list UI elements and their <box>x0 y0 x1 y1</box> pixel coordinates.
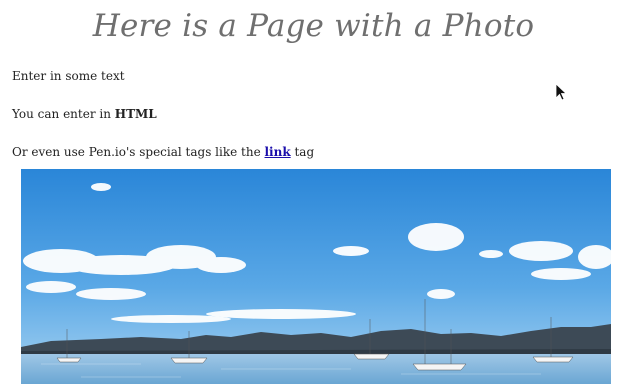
text-line-2-prefix: You can enter in <box>12 107 115 121</box>
page: Here is a Page with a Photo Enter in som… <box>0 0 627 384</box>
link[interactable]: link <box>265 145 291 159</box>
text-line-3-suffix: tag <box>290 145 315 159</box>
text-line-1-content: Enter in some text <box>12 69 125 83</box>
text-line-2: You can enter in HTML <box>12 107 157 121</box>
mouse-pointer-icon <box>555 83 567 101</box>
text-line-1: Enter in some text <box>12 69 125 83</box>
html-bold-text: HTML <box>114 107 157 121</box>
harbor-photo <box>21 169 611 384</box>
page-title: Here is a Page with a Photo <box>92 8 535 44</box>
text-line-3-prefix: Or even use Pen.io's special tags like t… <box>12 145 265 159</box>
text-line-3: Or even use Pen.io's special tags like t… <box>12 145 314 159</box>
